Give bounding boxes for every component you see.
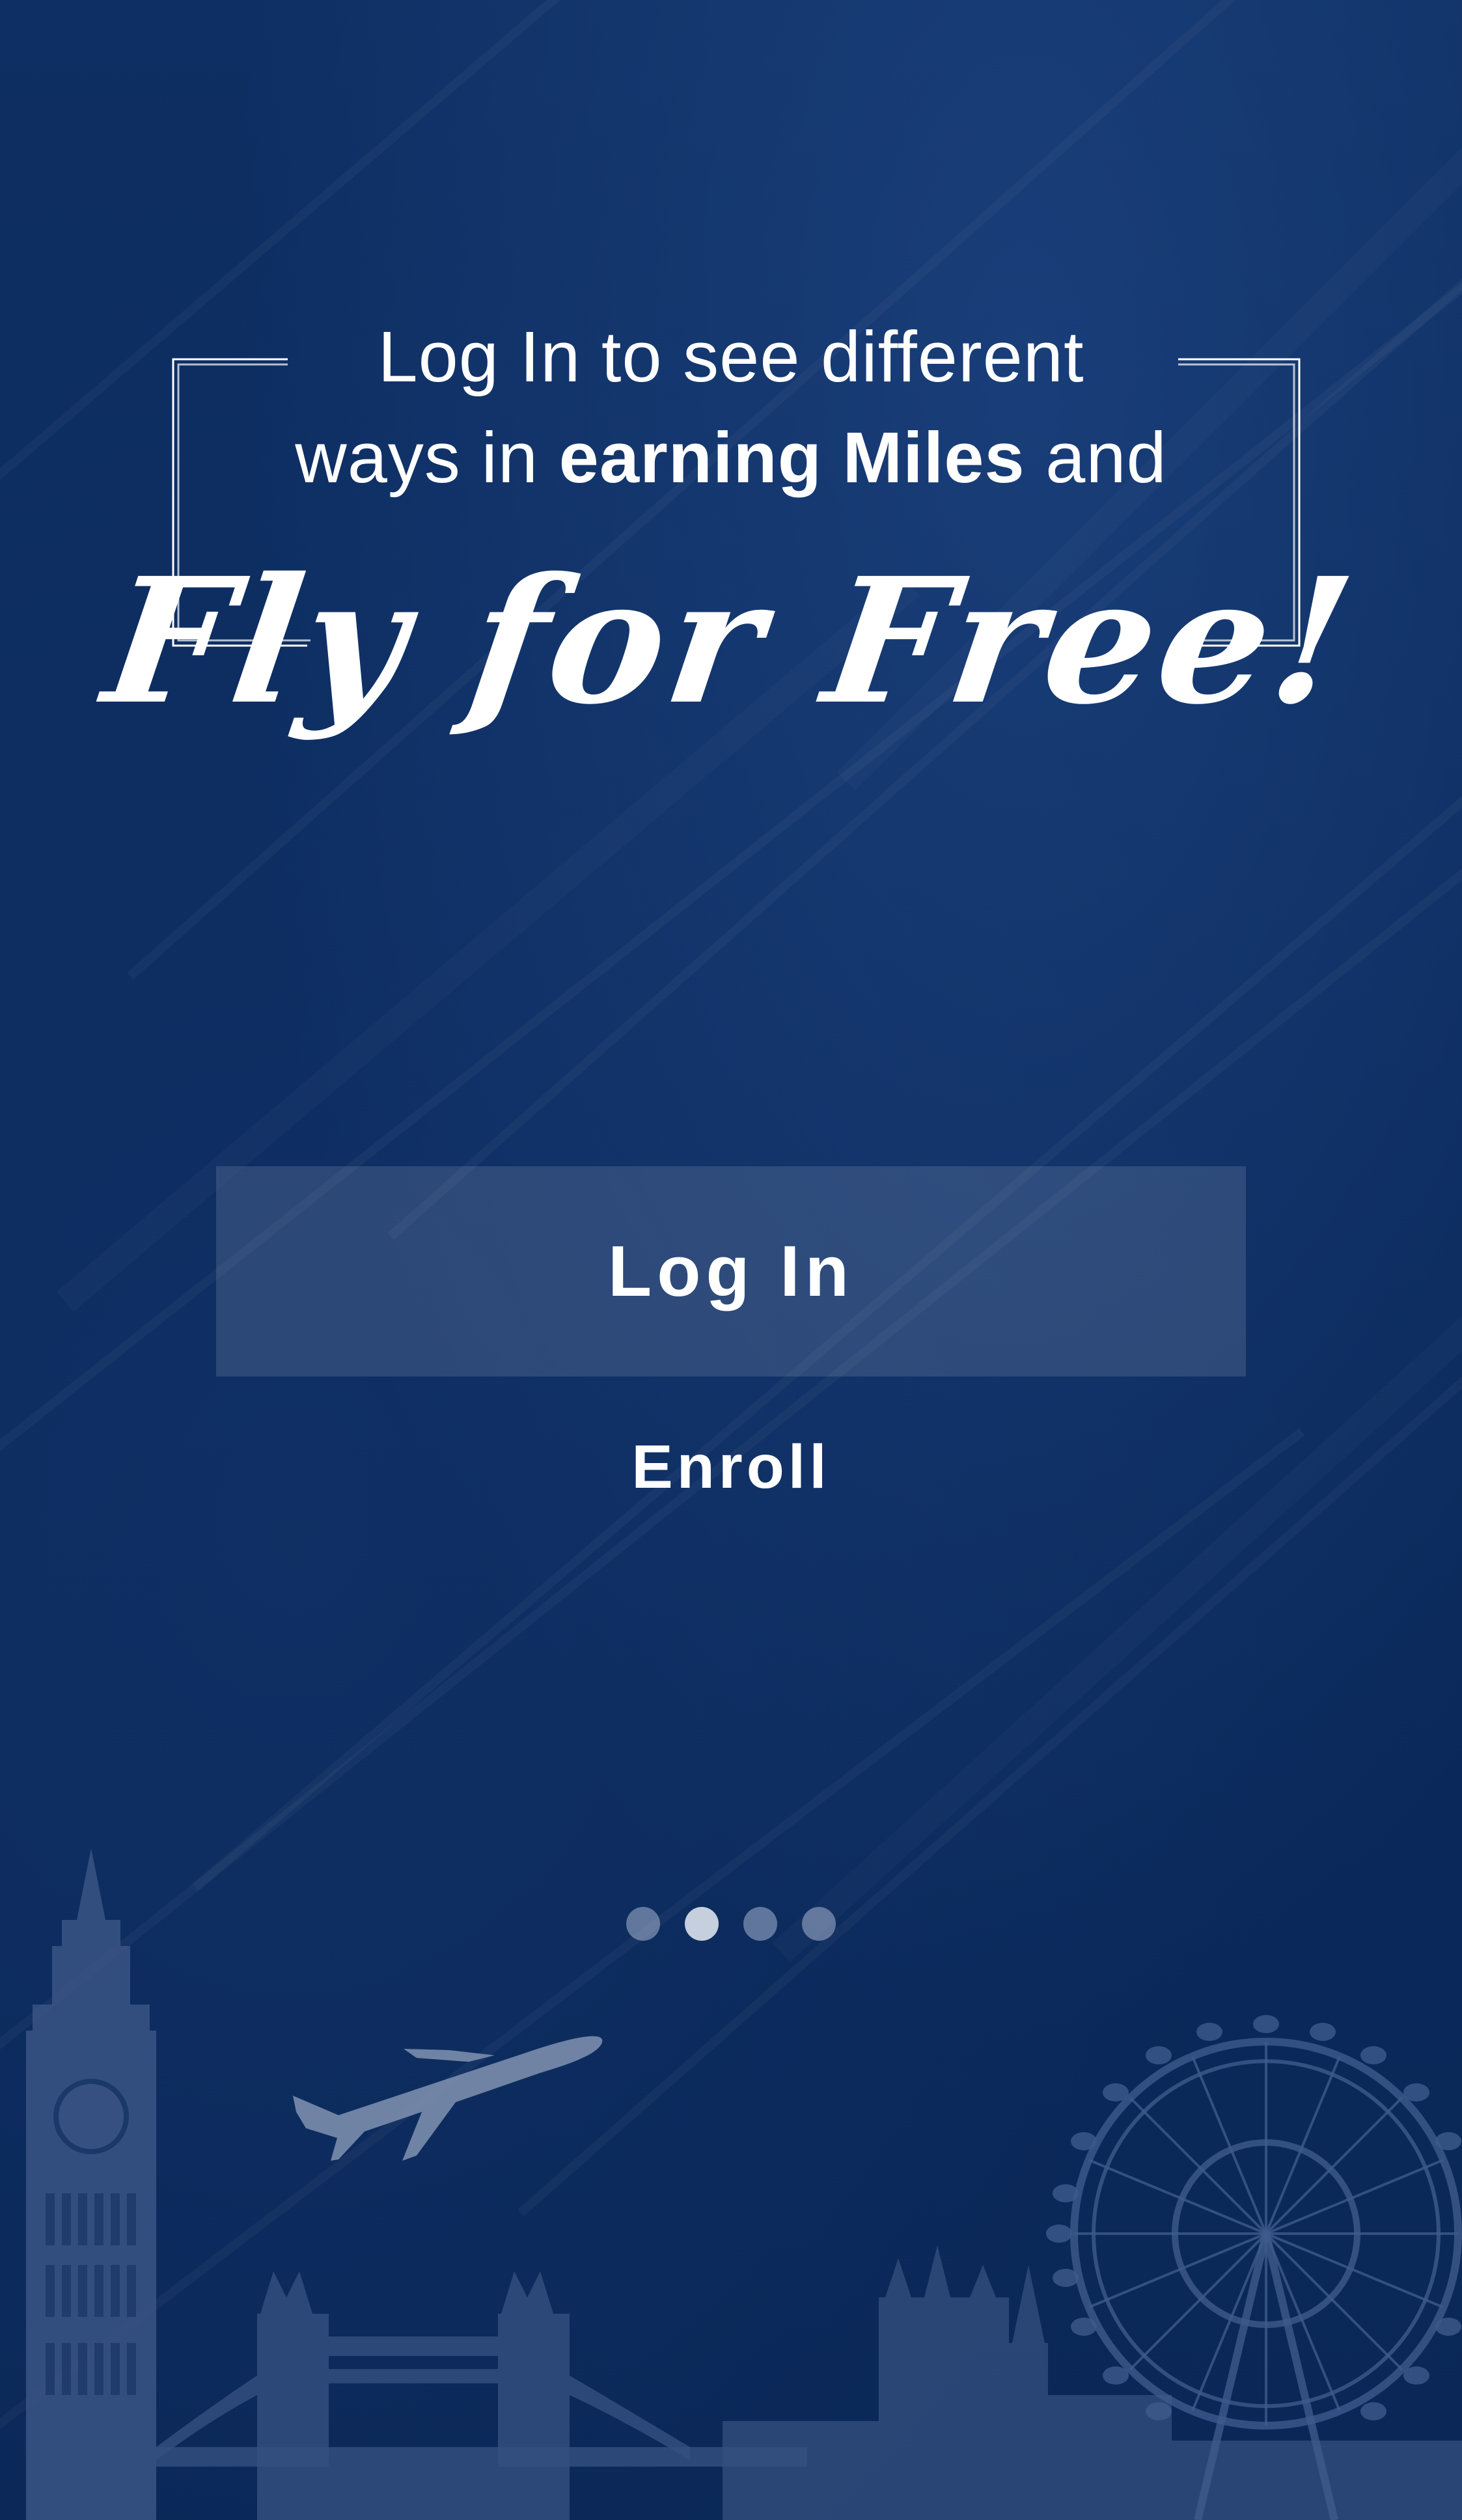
headline-script-title: Fly for Free! <box>94 540 1368 743</box>
enroll-button[interactable]: Enroll <box>0 1432 1462 1503</box>
onboarding-screen: Log In to see different ways in earning … <box>0 0 1462 2520</box>
airplane-icon <box>293 2036 603 2161</box>
big-ben-icon <box>26 1848 156 2520</box>
tower-bridge-icon <box>156 2271 807 2520</box>
headline-line-2: ways in earning Miles and <box>0 417 1462 499</box>
london-skyline-icon <box>26 1848 1462 2520</box>
london-eye-capsules <box>1046 2015 1461 2420</box>
headline-highlight: earning Miles <box>559 418 1025 498</box>
login-button[interactable]: Log In <box>216 1166 1246 1376</box>
headline-line-2-suffix: and <box>1025 418 1167 498</box>
headline-line-1: Log In to see different <box>378 317 1084 397</box>
headline-line-2-prefix: ways in <box>295 418 559 498</box>
